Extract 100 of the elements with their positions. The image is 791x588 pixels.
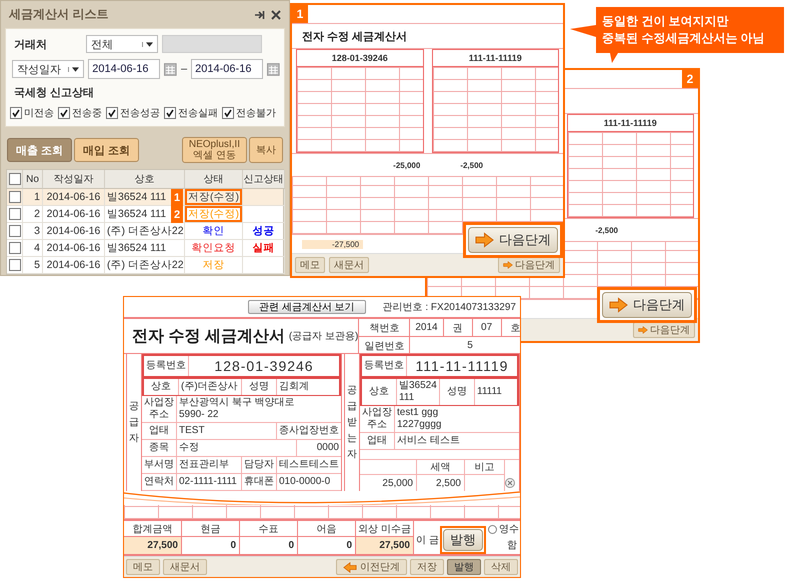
field-label: 연락처: [142, 474, 177, 490]
partner-select[interactable]: 전체: [86, 35, 158, 53]
table-cell: 2,500: [417, 475, 465, 491]
tab[interactable]: 매출 조회: [7, 138, 72, 162]
tax-text: -2,500: [595, 226, 618, 234]
field-label: 종사업장번호: [278, 424, 340, 438]
copy-button[interactable]: 복사: [249, 137, 283, 163]
table-row[interactable]: 3 2014-06-16 (주) 더존상사22 확인 성공: [7, 223, 283, 240]
date-to-field[interactable]: 2014-06-16: [191, 59, 264, 79]
checkbox[interactable]: [164, 107, 176, 119]
field-value: test1 ggg 1227gggg: [396, 406, 442, 432]
filter-label: 거래처: [13, 38, 48, 52]
calendar-icon[interactable]: [267, 62, 280, 76]
footer-button[interactable]: 삭제: [484, 559, 518, 575]
checkbox-label: 전송불가: [236, 107, 276, 120]
column-header: 현금: [182, 521, 240, 537]
field-value: 호: [502, 319, 520, 336]
table-cell: 0: [182, 537, 240, 554]
field-label: 책번호: [359, 319, 410, 336]
field-value: 010-0000-0: [278, 475, 332, 489]
panel-title: 세금계산서 리스트: [9, 6, 110, 23]
table-row[interactable]: 4 2014-06-16 빌36524 111 확인요청 실패: [7, 240, 283, 257]
field-label: 부서명: [142, 457, 177, 473]
checkbox[interactable]: [10, 107, 22, 119]
partner-field[interactable]: [162, 35, 262, 53]
number-badge: 2: [171, 206, 183, 223]
next-step-button[interactable]: 다음단계: [633, 322, 695, 338]
side-label: 공급받는자: [347, 384, 357, 462]
arrow-right-icon: [638, 326, 648, 334]
footer-button[interactable]: 새문서: [163, 559, 207, 575]
checkbox[interactable]: [8, 259, 20, 271]
number-badge: 2: [682, 70, 698, 88]
management-number: 관리번호 : FX2014073133297: [382, 301, 516, 314]
caret-icon: [142, 42, 153, 46]
callout-text: 동일한 건이 보여지지만 중복된 수정세금계산서는 아님: [602, 13, 765, 47]
close-icon[interactable]: [271, 10, 281, 20]
close-circle-icon[interactable]: [505, 478, 515, 488]
field-value: TEST: [177, 423, 277, 439]
field-value: 전표관리부: [177, 457, 242, 473]
footer-button[interactable]: 메모: [126, 559, 160, 575]
checkbox[interactable]: [222, 107, 234, 119]
footer-button[interactable]: 메모: [295, 257, 325, 273]
excel-link-button[interactable]: NEOplusI,II 엑셀 연동: [182, 137, 247, 163]
caret-icon: [68, 66, 80, 72]
next-step-button[interactable]: 다음단계: [602, 292, 692, 318]
related-invoice-button[interactable]: 관련 세금계산서 보기: [248, 300, 366, 314]
field-label: 업태: [360, 433, 395, 449]
column-header: 비고: [465, 460, 505, 475]
document-subtitle: (공급자 보관용): [288, 330, 358, 343]
footer-button[interactable]: 이전단계: [336, 559, 407, 575]
tab[interactable]: 매입 조회: [74, 138, 140, 162]
checkbox[interactable]: [8, 191, 20, 203]
arrow-right-icon: [503, 261, 513, 269]
field-value: (주)더존상사: [179, 379, 242, 395]
checkbox[interactable]: [8, 242, 20, 254]
checkbox[interactable]: [58, 107, 70, 119]
table-row[interactable]: 5 2014-06-16 (주) 더존상사22 저장: [7, 257, 283, 274]
column-header: 세액: [417, 460, 465, 475]
radio-label: 영수: [499, 523, 519, 536]
checkbox[interactable]: [8, 208, 20, 220]
checkbox-label: 미전송: [24, 107, 54, 120]
calendar-icon[interactable]: [164, 62, 178, 76]
field-label: 종목: [142, 440, 177, 456]
field-label: 등록번호: [144, 356, 189, 376]
column-header: No: [23, 170, 43, 189]
amount-text: -25,000: [393, 160, 420, 170]
field-label: 일련번호: [359, 337, 410, 354]
pin-icon[interactable]: [255, 10, 265, 20]
arrow-right-icon: [475, 232, 494, 248]
field-label: 상호: [362, 379, 397, 405]
next-step-button[interactable]: 다음단계: [498, 257, 560, 273]
table-cell: 5: [23, 257, 43, 274]
field-label: 사업장 주소: [142, 396, 177, 422]
column-header: 상호: [105, 170, 185, 189]
tax-text: -2,500: [460, 160, 483, 170]
document-title: 전자 수정 세금계산서: [302, 30, 408, 44]
date-from-field[interactable]: 2014-06-16: [88, 59, 160, 79]
checkbox[interactable]: [106, 107, 118, 119]
table-cell: (주) 더존상사22: [105, 257, 185, 274]
radio-button[interactable]: [488, 524, 497, 534]
next-step-button[interactable]: 다음단계: [468, 227, 558, 253]
field-label: 담당자: [242, 457, 277, 473]
receipt-text: 이 금: [416, 534, 439, 547]
footer-button[interactable]: 저장: [410, 559, 444, 575]
date-type-select[interactable]: 작성일자: [12, 60, 84, 78]
checkbox[interactable]: [8, 173, 20, 185]
number-badge: 1: [171, 189, 183, 206]
field-value: 김회계: [278, 380, 310, 394]
field-value: 2014: [410, 319, 444, 336]
field-label: 업태: [142, 423, 177, 439]
field-value: 07: [472, 319, 502, 336]
issue-button[interactable]: 발행: [443, 529, 483, 551]
footer-button[interactable]: 발행: [447, 559, 481, 575]
table-row[interactable]: 2 2014-06-16 빌36524 111 2 저장(수정): [7, 206, 283, 223]
table-row[interactable]: 1 2014-06-16 빌36524 111 1 저장(수정): [7, 189, 283, 206]
checkbox-label: 전송성공: [120, 107, 160, 120]
status-cell: 저장: [185, 257, 243, 274]
footer-button[interactable]: 새문서: [329, 257, 369, 273]
checkbox[interactable]: [8, 225, 20, 237]
column-header: 신고상태: [243, 170, 285, 189]
